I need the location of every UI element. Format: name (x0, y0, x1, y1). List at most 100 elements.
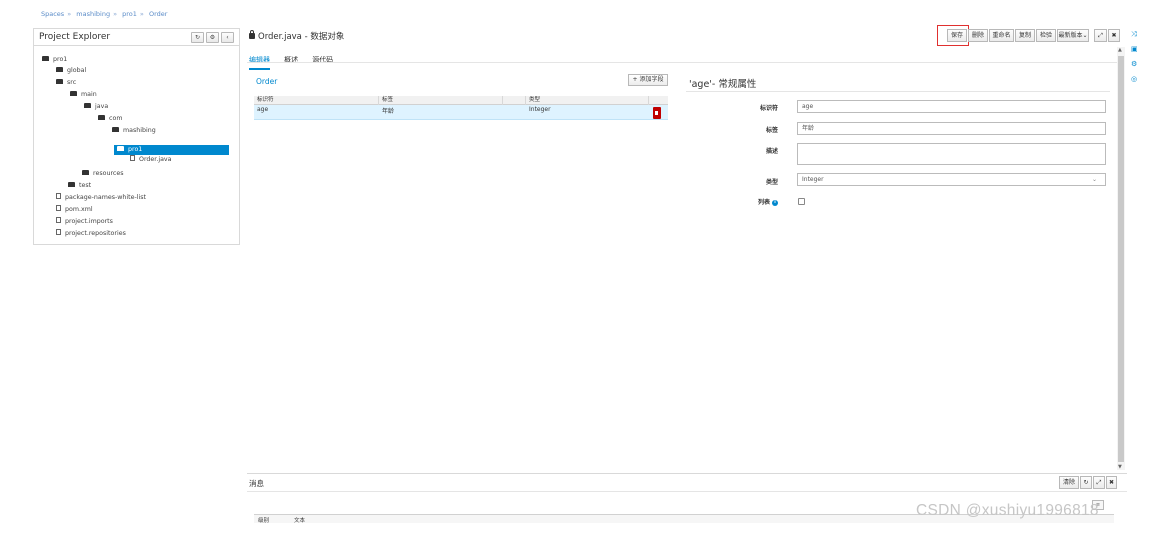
tree-item-label: test (79, 182, 92, 189)
properties-title: 'age'- 常规属性 (689, 79, 757, 90)
file-icon (56, 229, 61, 235)
project-explorer-header: Project Explorer ↻ ⚙ ‹ (34, 29, 239, 46)
type-select-value: Integer (802, 176, 824, 183)
folder-icon (70, 90, 77, 96)
tree-item-label: pom.xml (65, 206, 93, 213)
collapse-icon[interactable]: ‹ (221, 32, 234, 43)
chevron-down-icon: ⌄ (1082, 32, 1088, 39)
identifier-field[interactable]: age (797, 100, 1106, 113)
breadcrumb-separator: » (113, 10, 118, 18)
tree-item-pro1[interactable]: pro1 (42, 55, 67, 65)
project-explorer-panel: Project Explorer ↻ ⚙ ‹ pro1 global src m… (33, 28, 240, 245)
delete-button[interactable]: 删除 (968, 29, 988, 42)
breadcrumb-mashibing[interactable]: mashibing (76, 10, 110, 18)
validate-button[interactable]: 检验 (1036, 29, 1056, 42)
delete-field-button[interactable] (653, 107, 661, 119)
maximize-icon[interactable]: ⤢ (1094, 29, 1107, 42)
scroll-up-icon[interactable]: ▲ (1118, 47, 1122, 53)
breadcrumb-separator: » (67, 10, 72, 18)
label-field[interactable]: 年龄 (797, 122, 1106, 135)
tree-item-resources[interactable]: resources (82, 169, 124, 179)
column-header-label[interactable]: 标签 (382, 96, 393, 105)
target-icon[interactable]: ◎ (1131, 75, 1137, 83)
latest-version-label: 最新版本 (1058, 32, 1083, 39)
tree-item-label: project.imports (65, 218, 113, 225)
type-label: 类型 (765, 179, 778, 186)
folder-icon (84, 102, 91, 108)
latest-version-dropdown[interactable]: 最新版本⌄ (1057, 29, 1089, 42)
folder-icon (112, 126, 119, 132)
tree-item-order-java[interactable]: Order.java (130, 155, 172, 165)
tree-item-label: pro1 (53, 56, 68, 63)
editor-tabs: 编辑器 概述 源代码 (249, 47, 342, 70)
column-header-level[interactable]: 级别 (258, 516, 269, 524)
settings-icon[interactable]: ⚙ (206, 32, 219, 43)
maximize-icon[interactable]: ⤢ (1093, 476, 1105, 489)
tree-item-label: Order.java (139, 156, 172, 163)
shuffle-icon[interactable]: ⤨ (1131, 30, 1137, 39)
briefcase-icon[interactable]: ▣ (1131, 45, 1138, 53)
list-checkbox[interactable] (798, 198, 805, 205)
tabs-divider (247, 62, 1122, 63)
tree-item-pro1-selected[interactable]: pro1 (114, 145, 229, 155)
scroll-down-icon[interactable]: ▼ (1118, 464, 1122, 470)
messages-header-divider (247, 491, 1127, 492)
tree-item-label: package-names-white-list (65, 194, 147, 201)
file-icon (56, 205, 61, 211)
column-header-text[interactable]: 文本 (294, 516, 305, 524)
folder-icon (68, 181, 75, 187)
clear-button[interactable]: 清除 (1059, 476, 1079, 489)
tree-item-project-imports[interactable]: project.imports (56, 217, 113, 227)
folder-icon (42, 55, 49, 61)
tree-item-label: src (67, 79, 77, 86)
breadcrumb-separator: » (139, 10, 144, 18)
refresh-icon[interactable]: ↻ (1080, 476, 1092, 489)
save-button[interactable]: 保存 (947, 29, 967, 42)
refresh-icon[interactable]: ↻ (191, 32, 204, 43)
breadcrumb-spaces[interactable]: Spaces (41, 10, 64, 18)
table-row[interactable] (254, 105, 668, 120)
close-icon[interactable]: ✖ (1108, 29, 1120, 42)
tree-item-test[interactable]: test (68, 181, 91, 191)
breadcrumb: Spaces» mashibing» pro1» Order (41, 10, 170, 18)
data-object-name[interactable]: Order (256, 77, 277, 86)
tree-item-src[interactable]: src (56, 78, 76, 88)
column-header-identifier[interactable]: 标识符 (257, 96, 274, 105)
messages-divider (247, 473, 1127, 474)
tree-item-pom-xml[interactable]: pom.xml (56, 205, 93, 215)
lock-icon (249, 30, 255, 39)
cell-type: Integer (529, 106, 551, 113)
description-field[interactable] (797, 143, 1106, 165)
tree-item-label: main (81, 91, 97, 98)
close-icon[interactable]: ✖ (1106, 476, 1117, 489)
tree-item-label: resources (93, 170, 124, 177)
tree-item-global[interactable]: global (56, 66, 86, 76)
scrollbar-thumb[interactable] (1118, 56, 1124, 462)
breadcrumb-order[interactable]: Order (149, 10, 167, 18)
type-select[interactable]: Integer ⌄ (797, 173, 1106, 186)
file-icon (56, 193, 61, 199)
tree-item-com[interactable]: com (98, 114, 122, 124)
tree-item-package-names-white-list[interactable]: package-names-white-list (56, 193, 146, 203)
tree-item-main[interactable]: main (70, 90, 97, 100)
gear-icon[interactable]: ⚙ (1131, 60, 1137, 68)
tree-item-project-repositories[interactable]: project.repositories (56, 229, 126, 239)
tree-item-mashibing[interactable]: mashibing (112, 126, 156, 136)
tree-item-label: pro1 (128, 146, 143, 153)
editor-title-text: Order.java - 数据对象 (258, 32, 345, 42)
tree-item-java[interactable]: java (84, 102, 108, 112)
table-header (254, 96, 668, 105)
chevron-down-icon: ⌄ (1091, 176, 1097, 183)
add-field-button[interactable]: + 添加字段 (628, 74, 668, 86)
folder-icon (56, 66, 63, 72)
info-icon[interactable]: i (772, 199, 778, 206)
rename-button[interactable]: 重命名 (989, 29, 1014, 42)
file-icon (130, 155, 135, 161)
project-explorer-title: Project Explorer (39, 32, 111, 42)
editor-title: Order.java - 数据对象 (249, 30, 344, 42)
list-label-text: 列表 (757, 199, 770, 206)
copy-button[interactable]: 复制 (1015, 29, 1035, 42)
breadcrumb-pro1[interactable]: pro1 (122, 10, 137, 18)
folder-icon (56, 78, 63, 84)
column-header-type[interactable]: 类型 (529, 96, 540, 105)
